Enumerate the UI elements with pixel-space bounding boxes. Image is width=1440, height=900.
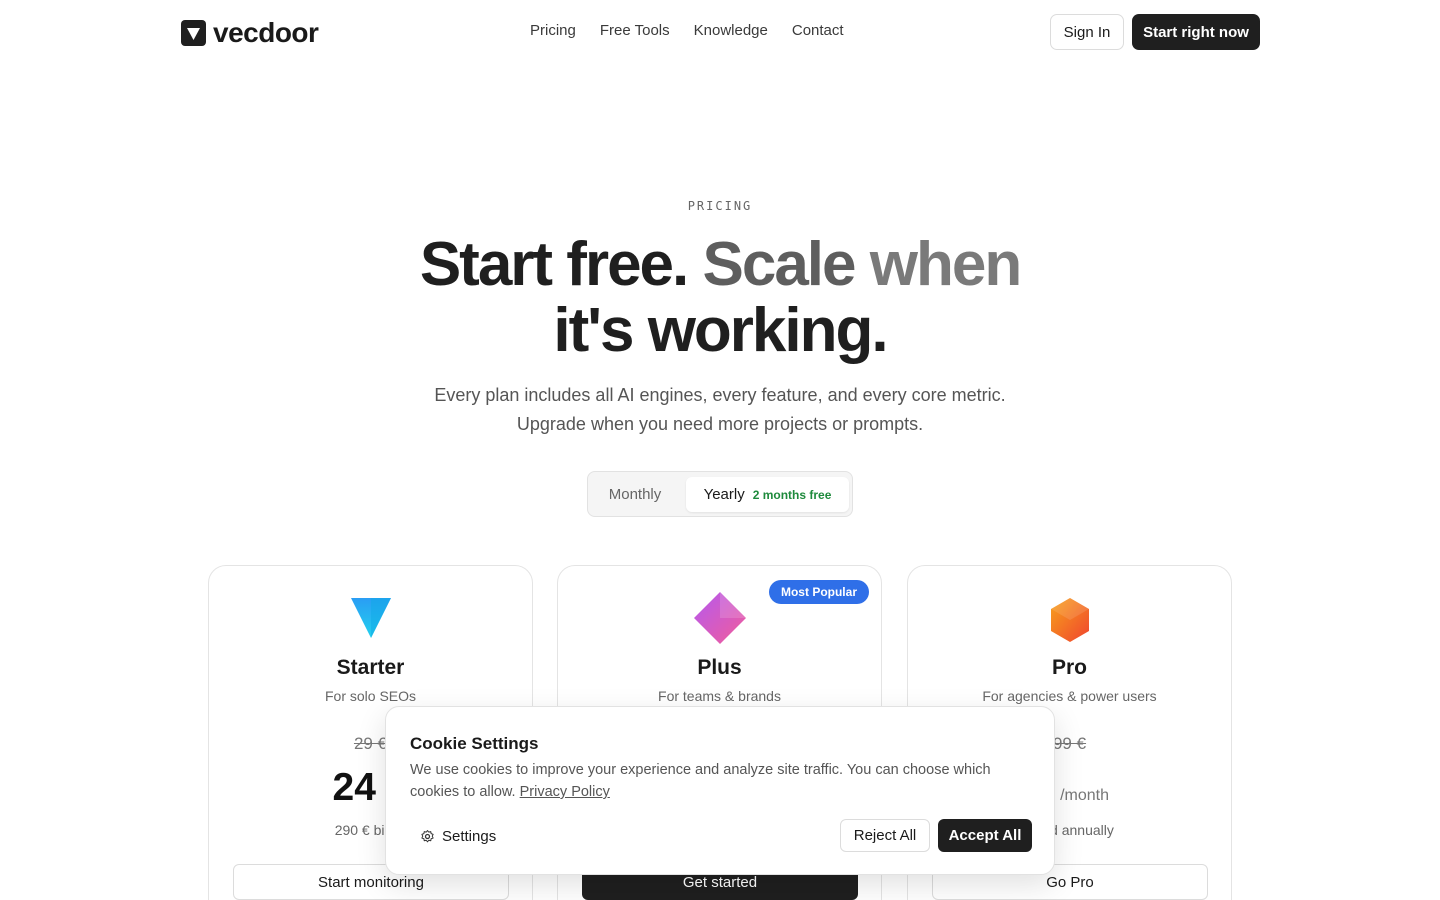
- plan-description: For agencies & power users: [982, 688, 1157, 704]
- nav-contact[interactable]: Contact: [792, 22, 844, 39]
- plan-name: Plus: [697, 656, 742, 679]
- billing-toggle: Monthly Yearly 2 months free: [587, 471, 853, 517]
- toggle-monthly[interactable]: Monthly: [594, 477, 676, 512]
- cookie-text: We use cookies to improve your experienc…: [410, 762, 991, 800]
- subheadline: Every plan includes all AI engines, ever…: [0, 381, 1440, 439]
- cookie-description: We use cookies to improve your experienc…: [410, 759, 1020, 803]
- reject-all-button[interactable]: Reject All: [840, 819, 930, 852]
- logo[interactable]: vecdoor: [181, 17, 319, 49]
- cookie-settings-label: Settings: [442, 827, 497, 845]
- sign-in-button[interactable]: Sign In: [1050, 14, 1124, 50]
- start-right-now-button[interactable]: Start right now: [1132, 14, 1260, 50]
- plan-description: For solo SEOs: [324, 688, 417, 704]
- site-header: vecdoor Pricing Free Tools Knowledge Con…: [0, 0, 1440, 64]
- accept-all-button[interactable]: Accept All: [938, 819, 1032, 852]
- main-nav: Pricing Free Tools Knowledge Contact: [530, 22, 844, 39]
- pricing-eyebrow: PRICING: [687, 199, 753, 213]
- page-title: Start free. Scale when it's working.: [0, 232, 1440, 364]
- gear-icon: [421, 829, 434, 842]
- headline-line-2: it's working.: [553, 296, 888, 365]
- vecdoor-logo-icon: [181, 20, 206, 46]
- cookie-title: Cookie Settings: [410, 734, 539, 753]
- plan-name: Pro: [1051, 656, 1087, 679]
- headline-part-1: Start free.: [419, 230, 703, 299]
- toggle-yearly-label: Yearly: [703, 486, 745, 503]
- triangle-icon: [350, 598, 391, 638]
- nav-knowledge[interactable]: Knowledge: [694, 22, 768, 39]
- logo-text: vecdoor: [213, 17, 319, 48]
- plan-price-period: /month: [1060, 787, 1110, 804]
- plan-name: Starter: [336, 656, 405, 679]
- headline-part-2: Scale: [702, 230, 870, 299]
- toggle-yearly[interactable]: Yearly 2 months free: [686, 477, 849, 512]
- most-popular-badge: Most Popular: [768, 580, 869, 604]
- privacy-policy-link[interactable]: Privacy Policy: [520, 784, 610, 800]
- subhead-line-2: Upgrade when you need more projects or p…: [516, 414, 924, 434]
- hexagon-icon: [1050, 598, 1089, 642]
- cookie-settings-button[interactable]: Settings: [410, 823, 496, 849]
- cookie-dialog: Cookie Settings We use cookies to improv…: [385, 706, 1055, 875]
- headline-part-3: when: [869, 230, 1022, 299]
- yearly-discount-badge: 2 months free: [752, 487, 832, 502]
- plan-description: For teams & brands: [658, 688, 781, 704]
- nav-free-tools[interactable]: Free Tools: [600, 22, 670, 39]
- subhead-line-1: Every plan includes all AI engines, ever…: [434, 385, 1006, 405]
- diamond-icon: [693, 592, 746, 644]
- nav-pricing[interactable]: Pricing: [530, 22, 576, 39]
